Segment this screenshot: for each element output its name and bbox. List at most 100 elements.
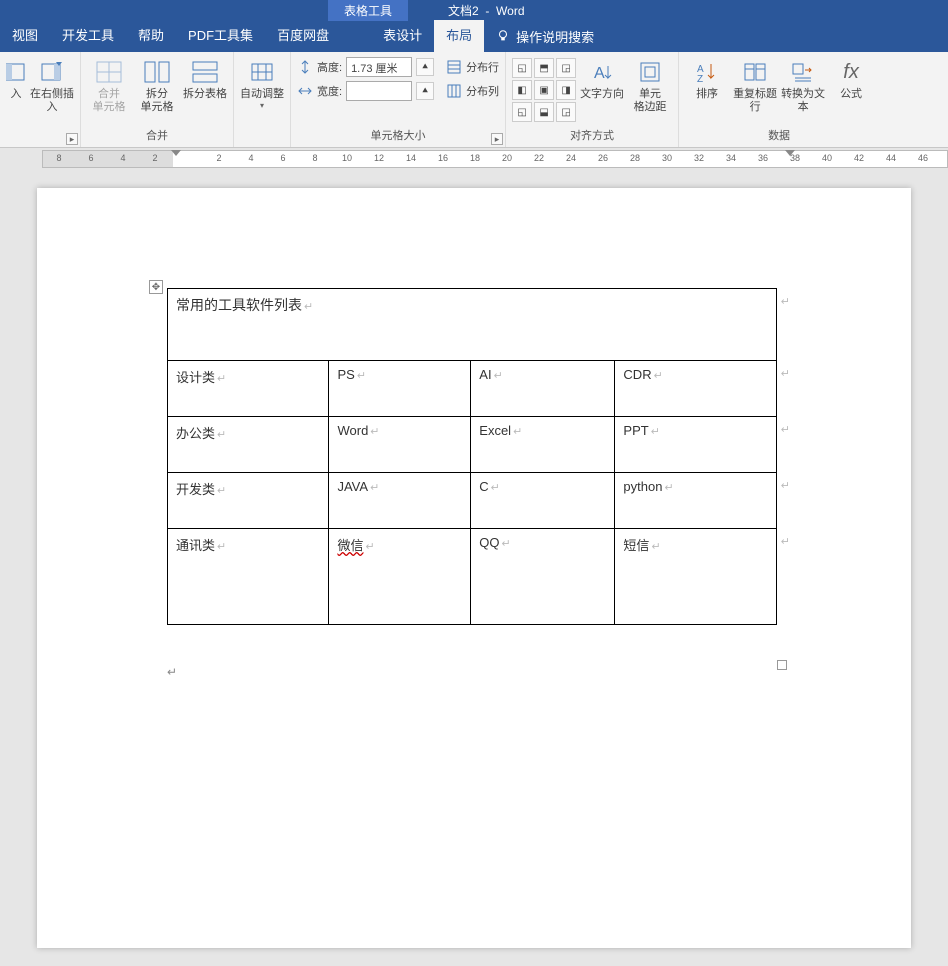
- group-launcher-icon[interactable]: ▸: [491, 133, 503, 145]
- tell-me-search[interactable]: 操作说明搜索: [484, 27, 606, 46]
- formula-icon: fx: [837, 58, 865, 86]
- table-cell[interactable]: Word↵: [329, 417, 471, 473]
- group-label-cell-size: 单元格大小: [297, 125, 499, 147]
- tab-help[interactable]: 帮助: [126, 20, 176, 52]
- row-height-icon: [297, 59, 313, 75]
- text-direction-icon: A: [590, 60, 614, 84]
- split-table-icon: [191, 60, 219, 84]
- group-autofit: 自动调整 ▾: [234, 52, 291, 147]
- ribbon: 入 在右侧插入 ▸ 合并 单元格 拆分 单元格 拆分表格 合并: [0, 52, 948, 148]
- table-row[interactable]: 办公类↵Word↵Excel↵PPT↵↵: [168, 417, 777, 473]
- ribbon-tabs: 视图 开发工具 帮助 PDF工具集 百度网盘 表设计 布局 操作说明搜索: [0, 20, 948, 52]
- context-tab-table-tools: 表格工具: [328, 0, 408, 21]
- table-cell[interactable]: C↵: [471, 473, 615, 529]
- align-bc[interactable]: ⬓: [534, 102, 554, 122]
- table-cell[interactable]: JAVA↵: [329, 473, 471, 529]
- convert-to-text-button[interactable]: 转换为文本: [781, 54, 825, 114]
- width-input[interactable]: [346, 81, 412, 101]
- autofit-button[interactable]: 自动调整 ▾: [240, 54, 284, 110]
- sort-button[interactable]: AZ 排序: [685, 54, 729, 101]
- left-indent-marker[interactable]: [171, 150, 181, 156]
- table-cell[interactable]: 微信↵: [329, 529, 471, 625]
- repeat-header-icon: [743, 60, 767, 84]
- height-stepper[interactable]: ⯅: [416, 58, 434, 76]
- table-cell[interactable]: AI↵: [471, 361, 615, 417]
- alignment-grid: ◱ ⬒ ◲ ◧ ▣ ◨ ◱ ⬓ ◲: [512, 54, 576, 122]
- text-direction-button[interactable]: A 文字方向: [580, 54, 624, 101]
- autofit-icon: [248, 60, 276, 84]
- table-cell[interactable]: QQ↵: [471, 529, 615, 625]
- tab-table-layout[interactable]: 布局: [434, 20, 484, 52]
- group-launcher-icon[interactable]: ▸: [66, 133, 78, 145]
- group-merge: 合并 单元格 拆分 单元格 拆分表格 合并: [81, 52, 234, 147]
- group-cell-size: 高度: 1.73 厘米 ⯅ 宽度: ⯅ 分布行 分布列: [291, 52, 506, 147]
- insert-right-icon: [40, 60, 64, 84]
- table-resize-handle-icon[interactable]: [777, 660, 787, 670]
- table-cell[interactable]: 设计类↵: [168, 361, 329, 417]
- height-input[interactable]: 1.73 厘米: [346, 57, 412, 77]
- table-row[interactable]: 通讯类↵微信↵QQ↵短信↵↵: [168, 529, 777, 625]
- group-alignment: ◱ ⬒ ◲ ◧ ▣ ◨ ◱ ⬓ ◲ A 文字方向 单元 格边距 对齐方式: [506, 52, 679, 147]
- height-label: 高度:: [317, 59, 342, 75]
- horizontal-ruler[interactable]: 8642246810121416182022242628303234363840…: [0, 148, 948, 170]
- table-cell[interactable]: 短信↵↵: [615, 529, 777, 625]
- lightbulb-icon: [496, 29, 510, 43]
- distribute-rows-button[interactable]: 分布行: [446, 56, 499, 78]
- align-br[interactable]: ◲: [556, 102, 576, 122]
- align-mc[interactable]: ▣: [534, 80, 554, 100]
- distribute-cols-icon: [446, 83, 462, 99]
- group-label-data: 数据: [685, 125, 873, 147]
- width-stepper[interactable]: ⯅: [416, 82, 434, 100]
- cell-margins-icon: [638, 60, 662, 84]
- page: ✥ 常用的工具软件列表↵↵ 设计类↵PS↵AI↵CDR↵↵办公类↵Word↵Ex…: [37, 188, 911, 948]
- merge-cells-icon: [95, 60, 123, 84]
- repeat-header-button[interactable]: 重复标题行: [733, 54, 777, 114]
- table-row[interactable]: 开发类↵JAVA↵C↵python↵↵: [168, 473, 777, 529]
- sort-icon: AZ: [695, 60, 719, 84]
- split-table-button[interactable]: 拆分表格: [183, 54, 227, 101]
- right-indent-marker[interactable]: [785, 150, 795, 156]
- align-tl[interactable]: ◱: [512, 58, 532, 78]
- distribute-cols-button[interactable]: 分布列: [446, 80, 499, 102]
- align-ml[interactable]: ◧: [512, 80, 532, 100]
- formula-button[interactable]: fx 公式: [829, 54, 873, 101]
- tab-developer[interactable]: 开发工具: [50, 20, 126, 52]
- cell-margins-button[interactable]: 单元 格边距: [628, 54, 672, 114]
- align-tr[interactable]: ◲: [556, 58, 576, 78]
- table-cell[interactable]: Excel↵: [471, 417, 615, 473]
- table-cell[interactable]: PPT↵↵: [615, 417, 777, 473]
- document-table[interactable]: 常用的工具软件列表↵↵ 设计类↵PS↵AI↵CDR↵↵办公类↵Word↵Exce…: [167, 288, 777, 625]
- tab-table-design[interactable]: 表设计: [371, 20, 434, 52]
- col-width-icon: [297, 83, 313, 99]
- split-cells-button[interactable]: 拆分 单元格: [135, 54, 179, 114]
- align-mr[interactable]: ◨: [556, 80, 576, 100]
- align-bl[interactable]: ◱: [512, 102, 532, 122]
- convert-to-text-icon: [791, 60, 815, 84]
- group-data: AZ 排序 重复标题行 转换为文本 fx 公式 数据: [679, 52, 879, 147]
- table-cell[interactable]: PS↵: [329, 361, 471, 417]
- table-cell[interactable]: 办公类↵: [168, 417, 329, 473]
- width-label: 宽度:: [317, 83, 342, 99]
- svg-text:Z: Z: [697, 74, 703, 84]
- split-cells-icon: [143, 60, 171, 84]
- table-cell[interactable]: python↵↵: [615, 473, 777, 529]
- insert-right-button[interactable]: 在右侧插入: [30, 54, 74, 114]
- align-tc[interactable]: ⬒: [534, 58, 554, 78]
- svg-text:A: A: [594, 65, 605, 82]
- table-title-cell[interactable]: 常用的工具软件列表↵↵: [168, 289, 777, 361]
- table-move-handle-icon[interactable]: ✥: [149, 280, 163, 294]
- document-title: 文档2 - Word: [408, 2, 524, 19]
- group-label-merge: 合并: [87, 125, 227, 147]
- tab-pdf-tools[interactable]: PDF工具集: [176, 20, 265, 52]
- group-insert: 入 在右侧插入 ▸: [0, 52, 81, 147]
- distribute-rows-icon: [446, 59, 462, 75]
- merge-cells-button: 合并 单元格: [87, 54, 131, 114]
- tab-baidu-netdisk[interactable]: 百度网盘: [265, 20, 341, 52]
- table-row[interactable]: 设计类↵PS↵AI↵CDR↵↵: [168, 361, 777, 417]
- document-area[interactable]: ✥ 常用的工具软件列表↵↵ 设计类↵PS↵AI↵CDR↵↵办公类↵Word↵Ex…: [0, 170, 948, 966]
- table-cell[interactable]: CDR↵↵: [615, 361, 777, 417]
- table-cell[interactable]: 开发类↵: [168, 473, 329, 529]
- tab-view[interactable]: 视图: [0, 20, 50, 52]
- insert-left-button[interactable]: 入: [6, 54, 26, 101]
- table-cell[interactable]: 通讯类↵: [168, 529, 329, 625]
